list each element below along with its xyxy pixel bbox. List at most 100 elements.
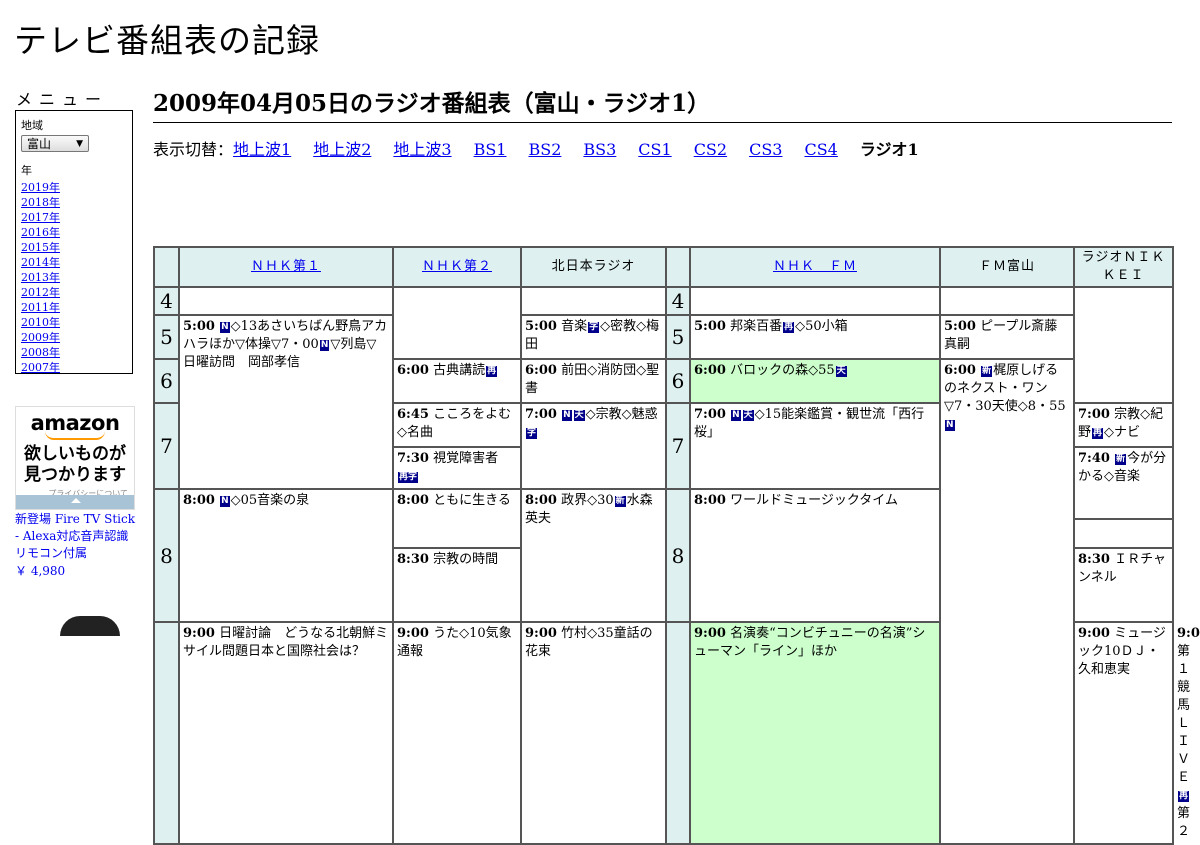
news-mark-icon: N [945, 420, 955, 431]
program-cell[interactable]: 6:00 前田◇消防団◇聖書 [520, 358, 667, 404]
new-mark-icon: 新 [981, 366, 993, 377]
year-link-2019[interactable]: 2019年 [21, 180, 132, 195]
switcher-label: 表示切替： [153, 140, 234, 159]
station-link-nhkfm[interactable]: ＮＨＫ ＦＭ [773, 259, 857, 274]
product-link[interactable]: 新登場 Fire TV Stick - Alexa対応音声認識リモコン付属 [15, 511, 140, 562]
year-link-2010[interactable]: 2010年 [21, 315, 132, 330]
switch-link-cs3[interactable]: CS3 [749, 140, 782, 159]
product-price: ￥ 4,980 [15, 564, 66, 578]
switch-link-bs3[interactable]: BS3 [583, 140, 616, 159]
program-cell[interactable]: 7:40 新今が分かる◇音楽 [1073, 446, 1174, 520]
hour-label: 7 [153, 402, 180, 490]
weather-mark-icon: 天 [742, 410, 754, 421]
program-cell[interactable]: 5:00 ピープル斎藤真嗣 [939, 314, 1075, 360]
year-link-2015[interactable]: 2015年 [21, 240, 132, 255]
region-label: 地域 [21, 119, 43, 132]
rerun-mark-icon: 再 [783, 322, 795, 333]
program-cell[interactable]: 6:45 こころをよむ◇名曲 [392, 402, 522, 448]
switch-link-bs1[interactable]: BS1 [474, 140, 507, 159]
ad-copy-line2: 見つかります [24, 465, 126, 485]
year-link-2018[interactable]: 2018年 [21, 195, 132, 210]
station-link-nhk2[interactable]: ＮＨＫ第２ [422, 259, 492, 274]
year-link-2008[interactable]: 2008年 [21, 345, 132, 360]
program-cell[interactable]: 7:30 視覚障害者再字 [392, 446, 522, 490]
program-cell[interactable]: 6:00 新梶原しげるのネクスト・ワン▽7・30天使◇8・55N [939, 358, 1075, 845]
switch-link-bs2[interactable]: BS2 [528, 140, 561, 159]
page-heading: 2009年04月05日のラジオ番組表（富山・ラジオ1） [153, 84, 1172, 123]
year-link-2013[interactable]: 2013年 [21, 270, 132, 285]
program-cell[interactable]: 8:00 ワールドミュージックタイム [689, 488, 941, 623]
program-cell[interactable]: 6:00 古典講読再 [392, 358, 522, 404]
program-cell[interactable]: 5:00 音楽字 ◇密教◇梅田 [520, 314, 667, 360]
hour-label: 6 [153, 358, 180, 404]
rerun-mark-icon: 再 [1178, 791, 1190, 802]
hour-label: 5 [153, 314, 180, 360]
program-cell[interactable]: 5:00 N ◇13あさいちばん野鳥アカハラほか▽体操▽7・00 N ▽列島▽日曜訪問… [178, 314, 394, 490]
rerun-mark-icon: 再 [1092, 428, 1104, 439]
year-link-2009[interactable]: 2009年 [21, 330, 132, 345]
hour-label: 7 [665, 402, 691, 490]
year-link-2014[interactable]: 2014年 [21, 255, 132, 270]
weather-mark-icon: 天 [573, 410, 585, 421]
program-cell[interactable]: 7:00 N 天 ◇15能楽鑑賞・観世流「西行桜」 [689, 402, 941, 490]
new-mark-icon: 新 [1115, 454, 1127, 465]
year-list: 2019年 2018年 2017年 2016年 2015年 2014年 2013… [21, 180, 132, 375]
region-select-value: 富山 [27, 137, 52, 151]
rerun-mark-icon: 再 [486, 366, 498, 377]
program-cell-empty [939, 286, 1075, 316]
year-link-2012[interactable]: 2012年 [21, 285, 132, 300]
program-cell-highlighted[interactable]: 6:00 バロックの森◇55 天 [689, 358, 941, 404]
program-cell-highlighted[interactable]: 9:00 名演奏“コンビチュニーの名演”シューマン「ライン」ほか [689, 621, 941, 845]
new-mark-icon: 新 [614, 496, 626, 507]
program-cell[interactable]: 8:00 政界◇30 新水森英夫 [520, 488, 667, 623]
program-cell[interactable]: 8:00 N ◇05音楽の泉 [178, 488, 394, 623]
program-cell[interactable]: 7:00 宗教◇紀野再 ◇ナビ [1073, 402, 1174, 448]
station-header-knb: 北日本ラジオ [520, 246, 667, 288]
switch-link-cs1[interactable]: CS1 [638, 140, 671, 159]
station-header-fmtoyama: ＦＭ富山 [939, 246, 1075, 288]
year-link-2007[interactable]: 2007年 [21, 360, 132, 375]
program-cell[interactable]: 5:00 邦楽百番再 ◇50小箱 [689, 314, 941, 360]
hour-label: 4 [153, 286, 180, 316]
year-link-2017[interactable]: 2017年 [21, 210, 132, 225]
program-cell-empty [1073, 518, 1174, 549]
ad-expand-icon[interactable] [16, 495, 134, 509]
chevron-down-icon: ▼ [76, 138, 83, 149]
site-title: テレビ番組表の記録 [14, 21, 320, 60]
station-link-nhk1[interactable]: ＮＨＫ第１ [251, 259, 321, 274]
corner-cell-2 [665, 246, 691, 288]
switch-link-chijo3[interactable]: 地上波3 [393, 140, 451, 159]
product-image[interactable] [60, 616, 120, 636]
news-mark-icon: N [731, 410, 741, 421]
hour-label: 8 [153, 488, 180, 623]
amazon-logo: amazon [30, 411, 120, 435]
program-cell[interactable]: 9:00 うた◇10気象通報 [392, 621, 522, 845]
program-cell[interactable]: 9:00 日曜討論 どうなる北朝鮮ミサイル問題日本と国際社会は？ [178, 621, 394, 845]
hour-label: 4 [665, 286, 691, 316]
program-cell[interactable]: 8:00 ともに生きる [392, 488, 522, 549]
program-cell-empty [689, 286, 941, 316]
year-link-2011[interactable]: 2011年 [21, 300, 132, 315]
station-header-nhkfm: ＮＨＫ ＦＭ [689, 246, 941, 288]
switch-link-cs2[interactable]: CS2 [694, 140, 727, 159]
program-cell-empty [520, 286, 667, 316]
station-header-nhk2: ＮＨＫ第２ [392, 246, 522, 288]
switch-link-cs4[interactable]: CS4 [804, 140, 837, 159]
station-header-nhk1: ＮＨＫ第１ [178, 246, 394, 288]
switch-link-chijo2[interactable]: 地上波2 [313, 140, 371, 159]
program-cell-empty [392, 286, 522, 360]
news-mark-icon: N [562, 410, 572, 421]
station-header-nikkei: ラジオＮＩＫＫＥＩ [1073, 246, 1174, 288]
program-cell[interactable]: 9:00 ミュージック10ＤＪ・久和恵実 [1073, 621, 1174, 845]
amazon-ad-banner[interactable]: amazon 欲しいものが 見つかります プライバシーについて [15, 406, 135, 510]
program-cell[interactable]: 7:00 N 天 ◇宗教◇魅惑字 [520, 402, 667, 490]
rerun-subtitle-mark-icon: 再字 [398, 472, 419, 483]
program-cell[interactable]: 9:00 竹村◇35童話の花束 [520, 621, 667, 845]
hour-label [665, 621, 691, 845]
year-link-2016[interactable]: 2016年 [21, 225, 132, 240]
region-select[interactable]: 富山 ▼ [21, 135, 89, 152]
news-mark-icon: N [220, 322, 230, 333]
program-cell[interactable]: 8:30 宗教の時間 [392, 547, 522, 623]
program-cell[interactable]: 8:30 ＩＲチャンネル [1073, 547, 1174, 623]
switch-link-chijo1[interactable]: 地上波1 [233, 140, 291, 159]
